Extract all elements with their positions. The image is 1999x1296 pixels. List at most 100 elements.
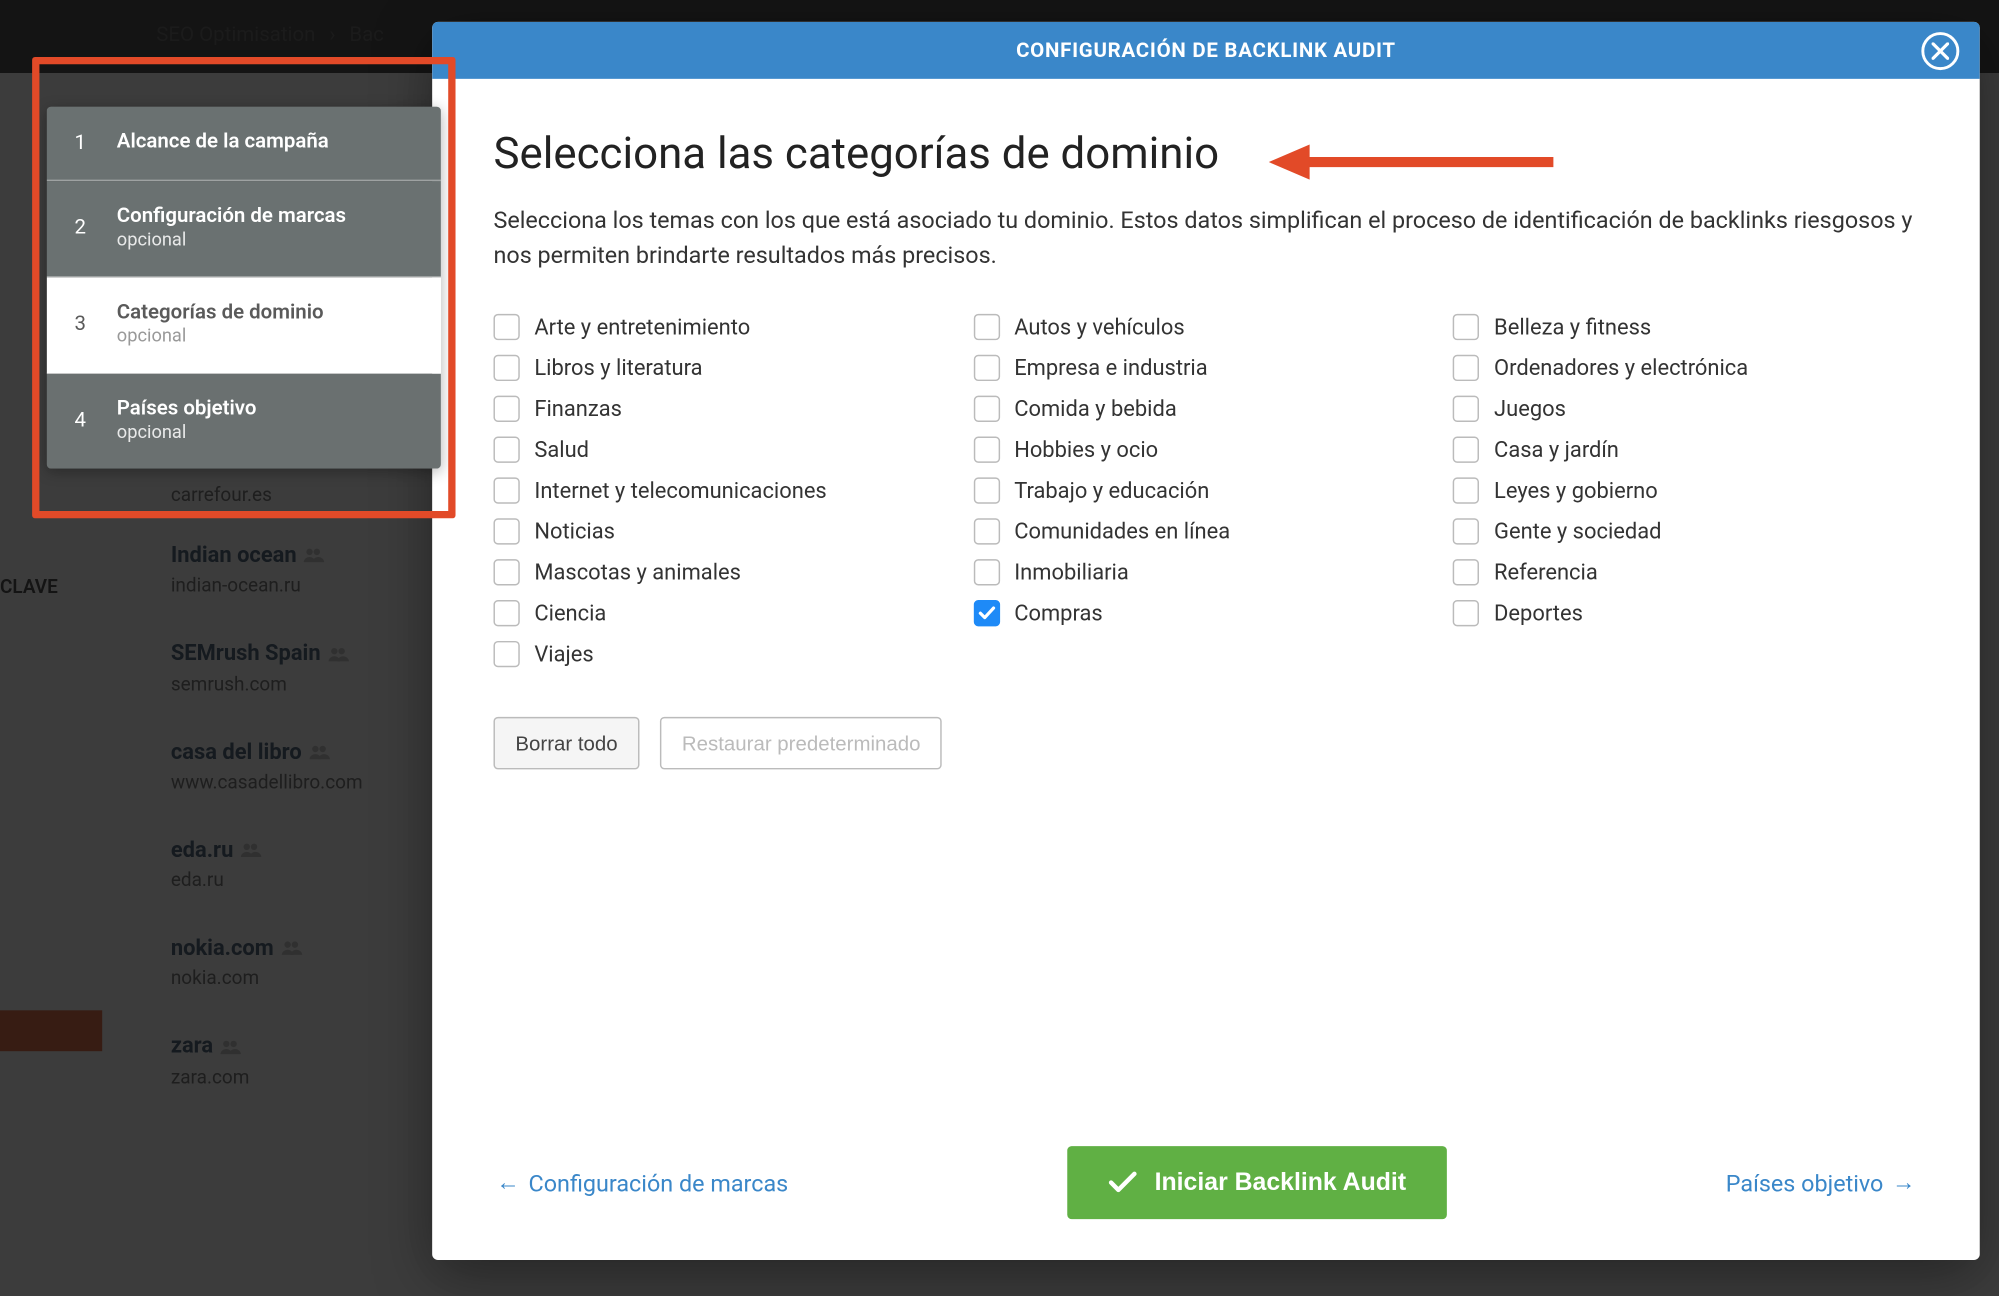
checkbox[interactable] — [493, 600, 519, 626]
checkbox[interactable] — [1453, 518, 1479, 544]
close-icon — [1932, 42, 1950, 60]
category-option[interactable]: Viajes — [493, 641, 958, 667]
category-label: Empresa e industria — [1014, 355, 1207, 381]
category-option[interactable]: Belleza y fitness — [1453, 314, 1918, 340]
start-audit-button[interactable]: Iniciar Backlink Audit — [1067, 1146, 1447, 1219]
category-label: Arte y entretenimiento — [534, 314, 750, 340]
checkbox[interactable] — [1453, 477, 1479, 503]
checkbox[interactable] — [493, 641, 519, 667]
checkbox[interactable] — [1453, 314, 1479, 340]
wizard-steps: 1 Alcance de la campaña 2Configuración de … — [47, 107, 441, 469]
modal-title-small: CONFIGURACIÓN DE BACKLINK AUDIT — [1016, 39, 1396, 62]
wizard-step-4[interactable]: 4 Países objetivoopcional — [47, 373, 441, 468]
prev-step-link[interactable]: ← Configuración de marcas — [496, 1168, 788, 1197]
step-number: 1 — [70, 131, 90, 154]
next-step-link[interactable]: Países objetivo → — [1726, 1168, 1916, 1197]
checkbox[interactable] — [973, 559, 999, 585]
category-option[interactable]: Mascotas y animales — [493, 559, 958, 585]
checkbox-checked[interactable] — [973, 600, 999, 626]
checkbox[interactable] — [493, 355, 519, 381]
checkbox[interactable] — [973, 518, 999, 544]
category-label: Belleza y fitness — [1494, 314, 1651, 340]
category-option[interactable]: Inmobiliaria — [973, 559, 1438, 585]
checkbox[interactable] — [1453, 559, 1479, 585]
checkbox[interactable] — [1453, 396, 1479, 422]
checkbox[interactable] — [1453, 437, 1479, 463]
checkbox[interactable] — [493, 314, 519, 340]
wizard-step-1[interactable]: 1 Alcance de la campaña — [47, 107, 441, 181]
checkbox[interactable] — [493, 396, 519, 422]
category-option[interactable]: Casa y jardín — [1453, 437, 1918, 463]
step-text: Países objetivoopcional — [117, 397, 257, 445]
category-option[interactable]: Empresa e industria — [973, 355, 1438, 381]
category-label: Ciencia — [534, 600, 606, 626]
category-option[interactable]: Juegos — [1453, 396, 1918, 422]
arrow-left-icon: ← — [496, 1168, 519, 1197]
category-label: Salud — [534, 437, 589, 463]
arrow-right-icon: → — [1892, 1168, 1915, 1197]
category-option[interactable]: Referencia — [1453, 559, 1918, 585]
checkbox[interactable] — [493, 477, 519, 503]
category-label: Finanzas — [534, 396, 622, 422]
restore-default-button[interactable]: Restaurar predeterminado — [660, 717, 942, 770]
page-subtitle: Selecciona los temas con los que está as… — [493, 203, 1918, 273]
category-option[interactable]: Autos y vehículos — [973, 314, 1438, 340]
checkbox[interactable] — [973, 477, 999, 503]
checkbox[interactable] — [493, 518, 519, 544]
category-option[interactable]: Internet y telecomunicaciones — [493, 477, 958, 503]
category-label: Trabajo y educación — [1014, 477, 1209, 503]
category-option[interactable]: Finanzas — [493, 396, 958, 422]
check-icon — [1108, 1171, 1137, 1194]
category-label: Deportes — [1494, 600, 1583, 626]
category-label: Inmobiliaria — [1014, 559, 1129, 585]
step-number: 4 — [70, 409, 90, 432]
category-option[interactable]: Gente y sociedad — [1453, 518, 1918, 544]
category-label: Ordenadores y electrónica — [1494, 355, 1748, 381]
category-label: Comida y bebida — [1014, 396, 1177, 422]
category-option[interactable]: Trabajo y educación — [973, 477, 1438, 503]
clear-all-button[interactable]: Borrar todo — [493, 717, 639, 770]
category-option[interactable]: Deportes — [1453, 600, 1918, 626]
category-label: Juegos — [1494, 396, 1566, 422]
category-label: Comunidades en línea — [1014, 518, 1230, 544]
category-label: Leyes y gobierno — [1494, 477, 1658, 503]
category-option[interactable]: Libros y literatura — [493, 355, 958, 381]
modal-header: CONFIGURACIÓN DE BACKLINK AUDIT — [432, 22, 1980, 79]
checkbox[interactable] — [973, 355, 999, 381]
checkbox[interactable] — [1453, 355, 1479, 381]
step-number: 2 — [70, 216, 90, 239]
category-option[interactable]: Comunidades en línea — [973, 518, 1438, 544]
wizard-step-2[interactable]: 2Configuración de marcasopcional — [47, 180, 441, 277]
category-grid: Arte y entretenimiento Autos y vehículos B… — [493, 314, 1918, 667]
page-title: Selecciona las categorías de dominio — [493, 128, 1918, 179]
category-option[interactable]: Comida y bebida — [973, 396, 1438, 422]
checkbox[interactable] — [973, 314, 999, 340]
category-option[interactable]: Salud — [493, 437, 958, 463]
step-text: Alcance de la campaña — [117, 130, 329, 156]
backlink-audit-config-modal: CONFIGURACIÓN DE BACKLINK AUDIT Seleccio… — [432, 22, 1980, 1260]
checkbox[interactable] — [493, 559, 519, 585]
category-label: Hobbies y ocio — [1014, 437, 1158, 463]
wizard-step-3[interactable]: 3Categorías de dominioopcional — [47, 277, 441, 374]
start-audit-label: Iniciar Backlink Audit — [1155, 1168, 1406, 1197]
category-option[interactable]: Noticias — [493, 518, 958, 544]
category-option[interactable]: Leyes y gobierno — [1453, 477, 1918, 503]
next-step-label: Países objetivo — [1726, 1169, 1884, 1197]
checkbox[interactable] — [973, 396, 999, 422]
category-label: Noticias — [534, 518, 615, 544]
category-label: Viajes — [534, 641, 593, 667]
category-option[interactable]: Compras — [973, 600, 1438, 626]
close-button[interactable] — [1921, 31, 1959, 69]
category-option[interactable]: Arte y entretenimiento — [493, 314, 958, 340]
step-number: 3 — [70, 313, 90, 336]
category-label: Compras — [1014, 600, 1102, 626]
category-label: Libros y literatura — [534, 355, 702, 381]
category-label: Referencia — [1494, 559, 1598, 585]
category-option[interactable]: Ordenadores y electrónica — [1453, 355, 1918, 381]
category-option[interactable]: Ciencia — [493, 600, 958, 626]
checkbox[interactable] — [1453, 600, 1479, 626]
category-label: Mascotas y animales — [534, 559, 741, 585]
checkbox[interactable] — [973, 437, 999, 463]
checkbox[interactable] — [493, 437, 519, 463]
category-option[interactable]: Hobbies y ocio — [973, 437, 1438, 463]
